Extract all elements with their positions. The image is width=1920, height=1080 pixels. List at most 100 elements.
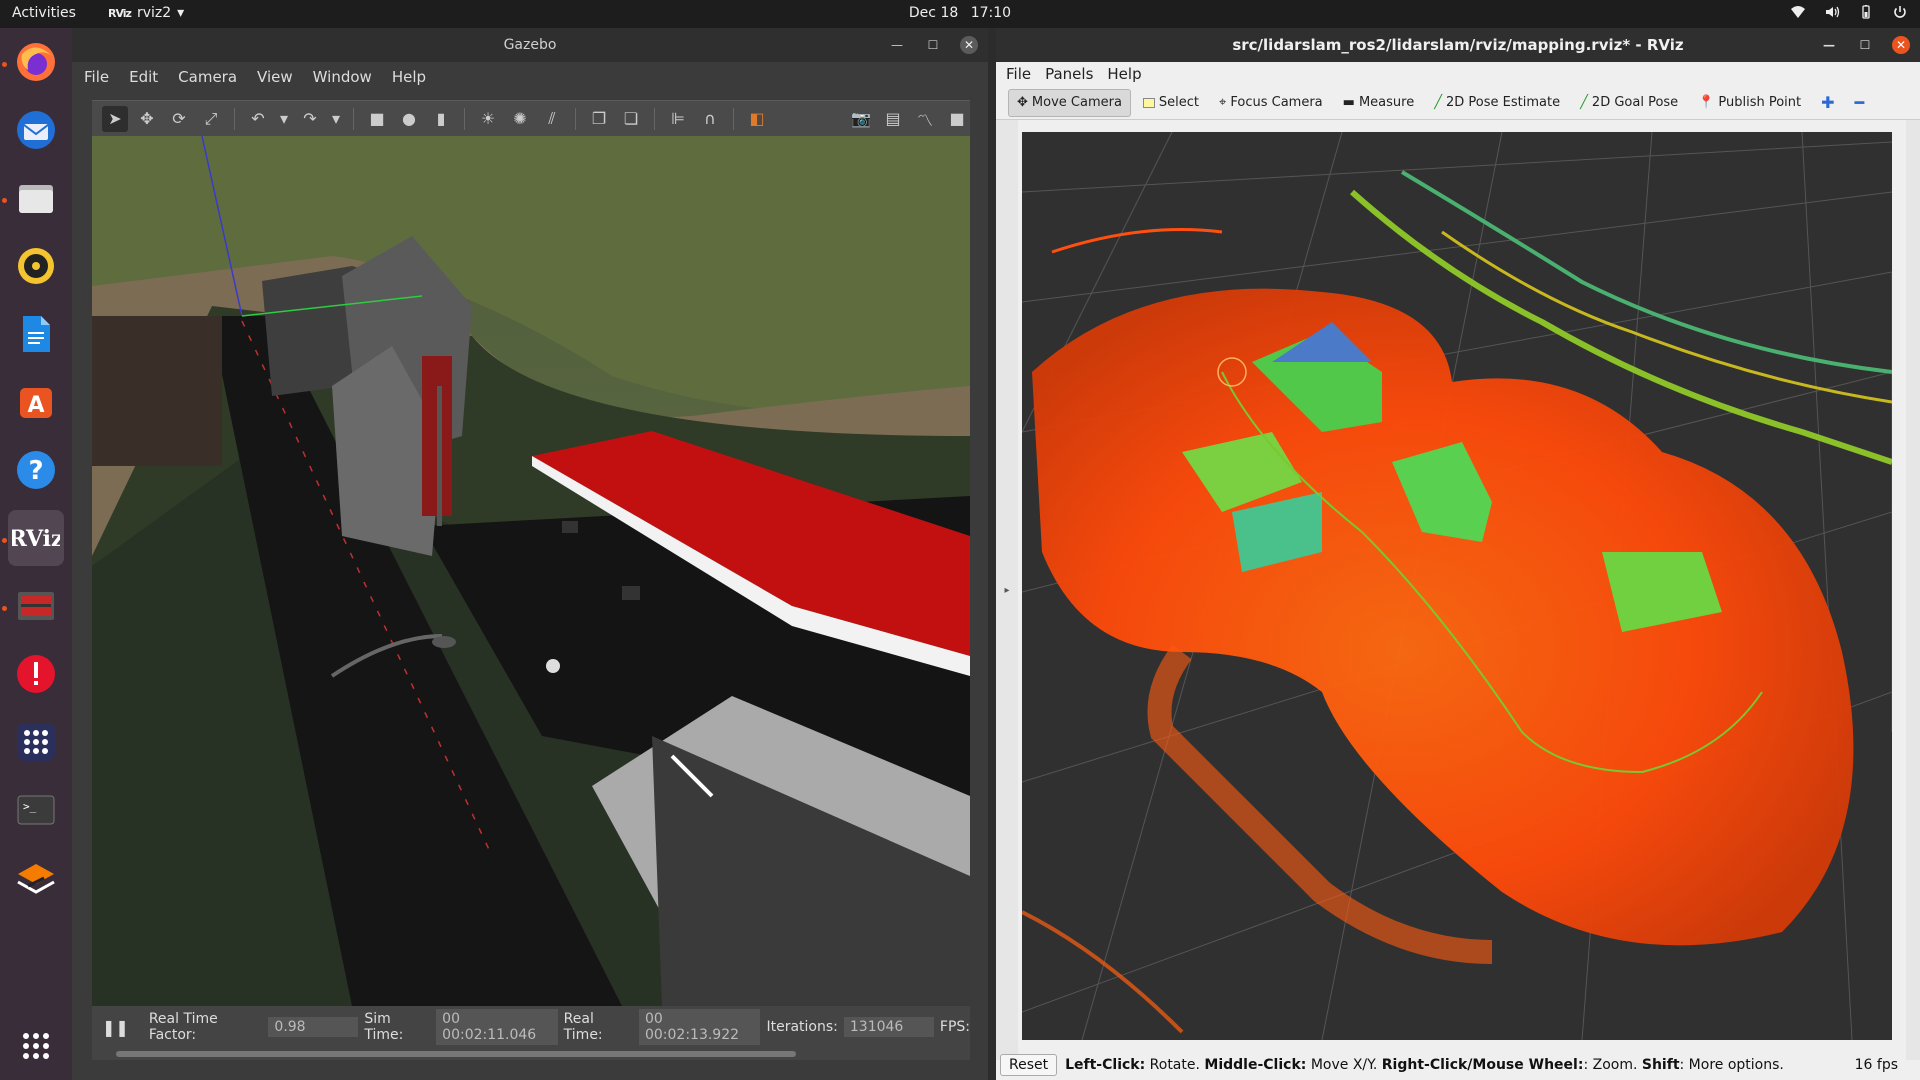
tool-move-camera[interactable]: ✥ Move Camera: [1008, 88, 1131, 117]
time-label: 17:10: [970, 5, 1012, 21]
log-icon[interactable]: ▤: [880, 106, 906, 132]
left-dock-collapse[interactable]: ▸: [996, 120, 1018, 1060]
menu-edit[interactable]: Edit: [129, 68, 158, 86]
thunderbird-icon: [17, 111, 55, 149]
dock-item-writer[interactable]: [8, 306, 64, 362]
toolbar-separator: [464, 107, 465, 130]
show-applications-button[interactable]: [8, 1018, 64, 1074]
gazebo-titlebar[interactable]: Gazebo — ☐ ✕: [72, 28, 988, 62]
redo-dropdown-icon[interactable]: ▾: [329, 106, 343, 132]
toolbar-separator: [234, 107, 235, 130]
tool-publish-point[interactable]: 📍 Publish Point: [1690, 89, 1809, 117]
directional-light-icon[interactable]: ⫽: [539, 106, 565, 132]
middle-click-label: Middle-Click:: [1204, 1057, 1307, 1073]
show-applications-icon: [23, 1033, 49, 1059]
svg-text:A: A: [27, 393, 44, 418]
menu-help[interactable]: Help: [1107, 65, 1141, 83]
gazebo-3d-viewport[interactable]: [92, 136, 970, 1006]
rviz-icon: RViz: [12, 526, 60, 552]
menu-help[interactable]: Help: [392, 68, 426, 86]
translate-mode-icon[interactable]: ✥: [134, 106, 160, 132]
fps-label: FPS:: [939, 1019, 970, 1035]
menu-camera[interactable]: Camera: [178, 68, 237, 86]
maximize-icon[interactable]: ☐: [1856, 36, 1874, 54]
publish-point-icon: 📍: [1698, 95, 1715, 110]
battery-icon: [1862, 5, 1870, 19]
change-view-icon[interactable]: ◧: [744, 106, 770, 132]
add-tool-icon[interactable]: ✚: [1813, 89, 1842, 117]
middle-click-desc: Move X/Y.: [1310, 1057, 1378, 1073]
focus-camera-icon: ⌖: [1219, 95, 1227, 110]
undo-dropdown-icon[interactable]: ▾: [277, 106, 291, 132]
scrollbar-thumb[interactable]: [116, 1051, 796, 1057]
video-record-icon[interactable]: ■: [944, 106, 970, 132]
dock-item-apps-grid[interactable]: [8, 714, 64, 770]
scale-mode-icon[interactable]: ⤢: [198, 106, 224, 132]
rviz-window: src/lidarslam_ros2/lidarslam/rviz/mappin…: [996, 28, 1920, 1080]
tool-select[interactable]: Select: [1135, 89, 1207, 117]
cylinder-shape-icon[interactable]: ▮: [428, 106, 454, 132]
minimize-icon[interactable]: —: [1820, 36, 1838, 54]
maximize-icon[interactable]: ☐: [924, 36, 942, 54]
toolbar-separator: [575, 107, 576, 130]
close-icon[interactable]: ✕: [1892, 36, 1910, 54]
move-camera-icon: ✥: [1017, 95, 1028, 110]
sphere-shape-icon[interactable]: ●: [396, 106, 422, 132]
tool-measure[interactable]: ▬ Measure: [1335, 89, 1423, 117]
rviz-scene: [1022, 132, 1892, 1040]
spot-light-icon[interactable]: ✺: [507, 106, 533, 132]
align-icon[interactable]: ⊫: [665, 106, 691, 132]
rviz-titlebar[interactable]: src/lidarslam_ros2/lidarslam/rviz/mappin…: [996, 28, 1920, 62]
minimize-icon[interactable]: —: [888, 36, 906, 54]
redo-icon[interactable]: ↷: [297, 106, 323, 132]
svg-text:?: ?: [28, 456, 43, 486]
dock-item-firefox[interactable]: [8, 34, 64, 90]
dock-item-update[interactable]: [8, 646, 64, 702]
paste-icon[interactable]: ❏: [618, 106, 644, 132]
dock-item-rviz[interactable]: RViz: [8, 510, 64, 566]
copy-icon[interactable]: ❐: [586, 106, 612, 132]
close-icon[interactable]: ✕: [960, 36, 978, 54]
right-dock-collapse[interactable]: [1906, 120, 1920, 1060]
pause-icon[interactable]: ❚❚: [102, 1018, 129, 1037]
tool-focus-camera[interactable]: ⌖ Focus Camera: [1211, 89, 1331, 117]
menu-file[interactable]: File: [84, 68, 109, 86]
dock-item-help[interactable]: ?: [8, 442, 64, 498]
tool-label: 2D Pose Estimate: [1446, 95, 1561, 110]
files-icon: [19, 185, 53, 213]
reset-button[interactable]: Reset: [1000, 1054, 1058, 1076]
snap-icon[interactable]: ∩: [697, 106, 723, 132]
screenshot-icon[interactable]: 📷: [848, 106, 874, 132]
rviz-3d-viewport[interactable]: [1022, 132, 1892, 1040]
plot-icon[interactable]: 〽: [912, 106, 938, 132]
dock-item-rhythmbox[interactable]: [8, 238, 64, 294]
dock-item-files[interactable]: [8, 170, 64, 226]
dock-item-thunderbird[interactable]: [8, 102, 64, 158]
remove-tool-icon[interactable]: ━: [1847, 89, 1873, 117]
pose-estimate-icon: ╱: [1434, 95, 1443, 110]
dock-item-gazebo[interactable]: [8, 578, 64, 634]
dock-item-terminal[interactable]: >_: [8, 782, 64, 838]
rotate-mode-icon[interactable]: ⟳: [166, 106, 192, 132]
menu-panels[interactable]: Panels: [1045, 65, 1093, 83]
box-shape-icon[interactable]: ■: [364, 106, 390, 132]
tool-label: Select: [1158, 95, 1200, 110]
clock[interactable]: Dec 18 17:10: [0, 5, 1920, 21]
tool-2d-goal-pose[interactable]: ╱ 2D Goal Pose: [1572, 89, 1686, 117]
menu-window[interactable]: Window: [313, 68, 372, 86]
running-indicator: [2, 538, 7, 543]
rviz-toolbar: ✥ Move Camera Select ⌖ Focus Camera ▬ Me…: [996, 86, 1920, 120]
point-light-icon[interactable]: ☀: [475, 106, 501, 132]
menu-view[interactable]: View: [257, 68, 293, 86]
select-mode-icon[interactable]: ➤: [102, 105, 128, 132]
dock-item-software[interactable]: A: [8, 374, 64, 430]
tool-2d-pose-estimate[interactable]: ╱ 2D Pose Estimate: [1426, 89, 1568, 117]
rtf-label: Real Time Factor:: [148, 1011, 218, 1043]
stack-icon: [17, 864, 55, 894]
dock-item-stack[interactable]: [8, 850, 64, 906]
menu-file[interactable]: File: [1006, 65, 1031, 83]
system-tray[interactable]: [1790, 4, 1908, 20]
undo-icon[interactable]: ↶: [245, 106, 271, 132]
horizontal-scrollbar[interactable]: [92, 1048, 970, 1060]
volume-icon: [1826, 6, 1840, 18]
